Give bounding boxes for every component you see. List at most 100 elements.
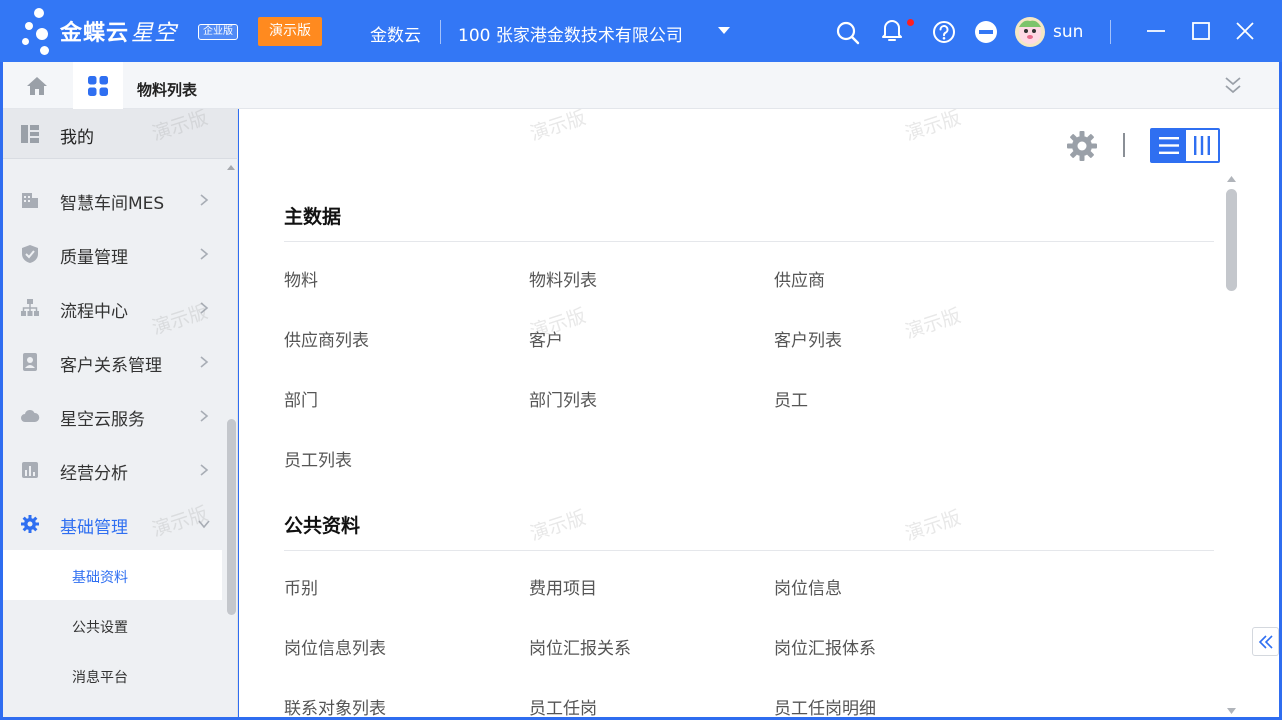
chevron-right-icon: [200, 248, 209, 260]
sidebar-item-label: 基础管理: [60, 518, 128, 538]
double-chevron-left-icon: [1258, 635, 1273, 649]
org-chart-icon: [21, 299, 39, 316]
kingdee-logo-icon: [20, 6, 60, 58]
view-mode-toggle: [1150, 128, 1220, 163]
scroll-up-icon[interactable]: [1226, 175, 1237, 183]
link-supplier[interactable]: 供应商: [774, 266, 825, 291]
main-scroll-thumb[interactable]: [1226, 189, 1237, 291]
sidebar-item-label: 经营分析: [60, 464, 128, 484]
sidebar-item-mine[interactable]: 我的: [3, 109, 237, 159]
sidebar-item-analytics[interactable]: 经营分析: [3, 443, 225, 497]
expand-panel-button[interactable]: [1252, 627, 1279, 656]
watermark: 演示版: [902, 109, 964, 146]
scroll-up-icon[interactable]: [227, 165, 235, 170]
maximize-icon[interactable]: [1188, 18, 1214, 44]
demo-badge: 演示版: [258, 17, 322, 46]
chevron-down-icon[interactable]: [718, 27, 730, 34]
shield-icon: [22, 245, 38, 263]
app-switcher[interactable]: 金数云: [370, 21, 421, 46]
more-icon[interactable]: [973, 19, 999, 45]
sidebar-subitem-label: 公共设置: [72, 620, 128, 636]
notification-dot-icon: [907, 19, 914, 26]
help-icon[interactable]: [931, 19, 957, 45]
link-expense-item[interactable]: 费用项目: [529, 574, 597, 599]
link-position-info[interactable]: 岗位信息: [774, 574, 842, 599]
divider: [440, 20, 441, 44]
apps-grid-icon: [88, 76, 108, 96]
sidebar-item-mes[interactable]: 智慧车间MES: [3, 173, 225, 227]
watermark: 演示版: [902, 506, 964, 546]
brand-name: 金蝶云星空: [60, 21, 178, 46]
dashboard-icon: [21, 125, 39, 143]
tab-material-list[interactable]: 物料列表: [137, 79, 197, 100]
bell-icon[interactable]: [879, 17, 905, 43]
chevron-right-icon: [200, 356, 209, 368]
section-divider: [284, 550, 1214, 551]
link-customer[interactable]: 客户: [529, 326, 563, 351]
company-selector[interactable]: 100 张家港金数技术有限公司: [458, 21, 683, 46]
sidebar-subitem-basic-data[interactable]: 基础资料: [3, 550, 222, 600]
home-icon[interactable]: [25, 74, 49, 98]
link-position-report-system[interactable]: 岗位汇报体系: [774, 634, 876, 659]
watermark: 演示版: [902, 304, 964, 344]
watermark: 演示版: [527, 506, 589, 546]
link-supplier-list[interactable]: 供应商列表: [284, 326, 369, 351]
watermark: 演示版: [527, 109, 589, 146]
title-bar: 金蝶云星空 企业版 演示版 金数云 100 张家港金数技术有限公司 sun: [0, 0, 1282, 62]
sidebar-scroll-thumb[interactable]: [227, 419, 236, 615]
chevron-right-icon: [200, 302, 209, 314]
link-material[interactable]: 物料: [284, 266, 318, 291]
toolbar-divider: [1123, 133, 1125, 157]
close-icon[interactable]: [1232, 18, 1258, 44]
gear-icon: [21, 515, 39, 533]
scroll-down-icon[interactable]: [1226, 707, 1237, 715]
bar-chart-icon: [22, 462, 38, 478]
minimize-icon[interactable]: [1143, 18, 1169, 44]
link-employee[interactable]: 员工: [774, 386, 808, 411]
sidebar-item-basic-management[interactable]: 基础管理: [3, 497, 225, 551]
link-employee-position-detail[interactable]: 员工任岗明细: [774, 694, 876, 717]
sidebar-item-crm[interactable]: 客户关系管理: [3, 335, 225, 389]
link-contact-object-list[interactable]: 联系对象列表: [284, 694, 386, 717]
link-position-report-relation[interactable]: 岗位汇报关系: [529, 634, 631, 659]
contact-card-icon: [23, 353, 37, 371]
tab-app-menu[interactable]: [73, 62, 123, 109]
columns-icon: [1194, 136, 1210, 155]
section-divider: [284, 241, 1214, 242]
cloud-icon: [21, 409, 40, 422]
link-position-info-list[interactable]: 岗位信息列表: [284, 634, 386, 659]
sidebar-item-label: 智慧车间MES: [60, 194, 165, 214]
list-view-button[interactable]: [1152, 130, 1186, 161]
chevron-right-icon: [200, 410, 209, 422]
username[interactable]: sun: [1053, 22, 1083, 42]
search-icon[interactable]: [835, 20, 861, 46]
sidebar-item-cloud-service[interactable]: 星空云服务: [3, 389, 225, 443]
link-employee-position[interactable]: 员工任岗: [529, 694, 597, 717]
divider: [1110, 20, 1111, 44]
link-employee-list[interactable]: 员工列表: [284, 446, 352, 471]
column-view-button[interactable]: [1186, 130, 1218, 161]
link-currency[interactable]: 币别: [284, 574, 318, 599]
section-title-public-data: 公共资料: [284, 515, 361, 537]
link-department[interactable]: 部门: [284, 386, 318, 411]
link-department-list[interactable]: 部门列表: [529, 386, 597, 411]
section-title-master-data: 主数据: [284, 206, 342, 228]
sidebar-item-label: 客户关系管理: [60, 356, 162, 376]
sidebar-item-label: 流程中心: [60, 302, 128, 322]
sidebar-item-label: 星空云服务: [60, 410, 145, 430]
avatar[interactable]: [1015, 17, 1045, 47]
sidebar-subitem-label: 基础资料: [72, 570, 128, 586]
chevron-right-icon: [200, 194, 209, 206]
edition-tag: 企业版: [198, 24, 238, 40]
sidebar-subitem-label: 消息平台: [72, 670, 128, 686]
sidebar-item-quality[interactable]: 质量管理: [3, 227, 225, 281]
sidebar-subitem-message-platform[interactable]: 消息平台: [3, 650, 222, 700]
link-material-list[interactable]: 物料列表: [529, 266, 597, 291]
sidebar-item-label: 质量管理: [60, 248, 128, 268]
double-chevron-down-icon[interactable]: [1223, 74, 1243, 96]
link-customer-list[interactable]: 客户列表: [774, 326, 842, 351]
sidebar-item-workflow[interactable]: 流程中心: [3, 281, 225, 335]
sidebar-subitem-public-settings[interactable]: 公共设置: [3, 600, 222, 650]
settings-gear-icon[interactable]: [1065, 129, 1099, 163]
sidebar: 我的 智慧车间MES 质量管理 流程中心 客户关系管理 星空云服务 经营分析 基…: [3, 109, 238, 717]
